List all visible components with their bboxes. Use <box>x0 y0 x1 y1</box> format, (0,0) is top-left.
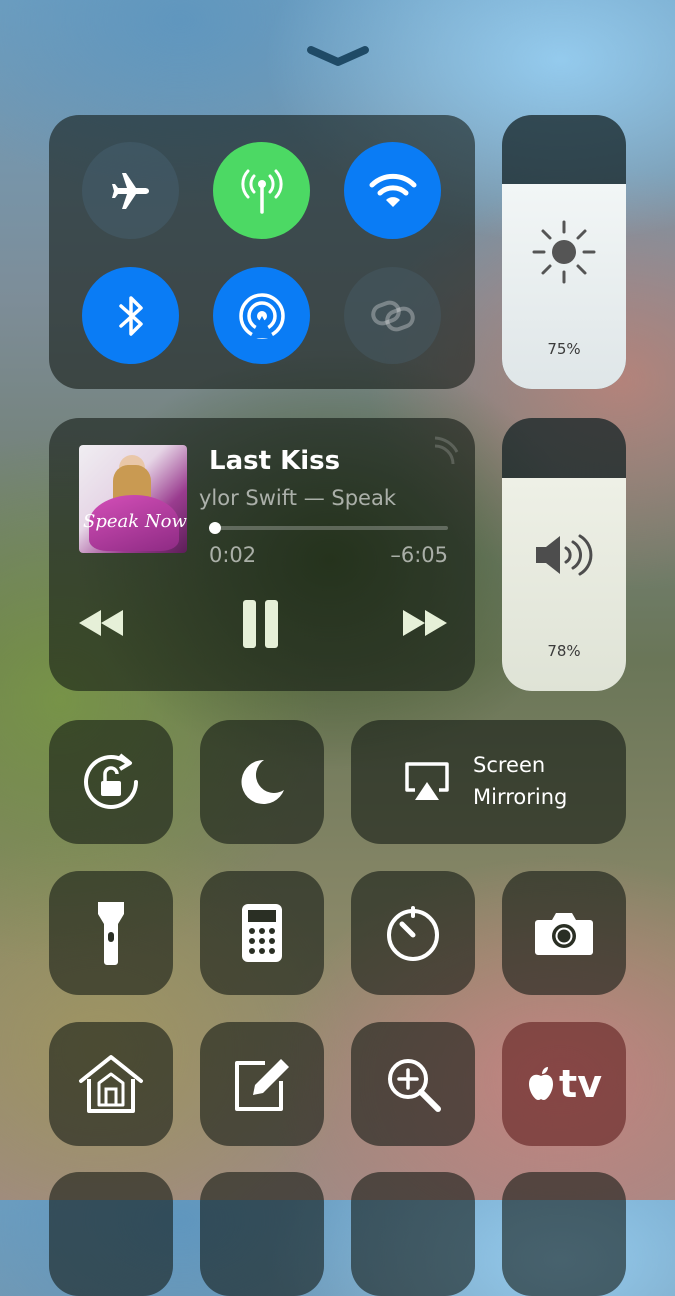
notes-button[interactable] <box>200 1022 324 1146</box>
album-art: Speak Now <box>79 445 187 553</box>
now-playing-module: Speak Now Last Kiss ylor Swift — Speak 0… <box>49 418 475 691</box>
flashlight-icon <box>98 902 124 965</box>
rotation-lock-button[interactable] <box>49 720 173 844</box>
airplane-mode-toggle[interactable] <box>82 142 179 239</box>
elapsed-time: 0:02 <box>209 543 257 567</box>
control-tile-partial[interactable] <box>49 1172 173 1296</box>
apple-tv-label: tv <box>559 1062 602 1106</box>
bluetooth-toggle[interactable] <box>82 267 179 364</box>
cellular-antenna-icon <box>240 169 283 214</box>
cellular-data-toggle[interactable] <box>213 142 310 239</box>
screen-mirroring-button[interactable]: Screen Mirroring <box>351 720 626 844</box>
album-art-text: Speak Now <box>83 511 187 532</box>
home-icon <box>79 1055 143 1113</box>
dismiss-grabber[interactable] <box>300 40 376 74</box>
remaining-time: –6:05 <box>390 543 448 567</box>
track-title: Last Kiss <box>209 446 341 476</box>
scrubber-knob[interactable] <box>209 522 221 534</box>
wifi-toggle[interactable] <box>344 142 441 239</box>
brightness-slider[interactable]: 75% <box>502 115 626 389</box>
pause-button[interactable] <box>241 600 281 648</box>
control-tile-partial[interactable] <box>200 1172 324 1296</box>
rewind-button[interactable] <box>77 608 125 638</box>
chevron-down-icon <box>307 46 369 66</box>
apple-logo-icon <box>529 1067 554 1100</box>
wifi-icon <box>369 173 416 207</box>
control-tile-partial[interactable] <box>502 1172 626 1296</box>
screen-mirroring-line2: Mirroring <box>473 785 568 809</box>
timer-button[interactable] <box>351 871 475 995</box>
playback-scrubber[interactable] <box>209 522 448 534</box>
screen-mirroring-line1: Screen <box>473 753 546 777</box>
personal-hotspot-toggle[interactable] <box>344 267 441 364</box>
camera-button[interactable] <box>502 871 626 995</box>
connectivity-module <box>49 115 475 389</box>
airdrop-toggle[interactable] <box>213 267 310 364</box>
calculator-button[interactable] <box>200 871 324 995</box>
speaker-icon <box>536 534 593 576</box>
airplay-audio-icon[interactable] <box>429 436 459 466</box>
magnifier-icon <box>388 1059 441 1112</box>
apple-tv-remote-button[interactable]: tv <box>502 1022 626 1146</box>
bluetooth-icon <box>118 295 143 336</box>
fast-forward-button[interactable] <box>401 608 449 638</box>
do-not-disturb-button[interactable] <box>200 720 324 844</box>
track-subtitle: ylor Swift — Speak <box>199 486 396 510</box>
screen-mirroring-icon <box>405 762 449 800</box>
timer-icon <box>387 906 439 961</box>
volume-value: 78% <box>547 642 581 660</box>
control-tile-partial[interactable] <box>351 1172 475 1296</box>
camera-icon <box>535 913 593 955</box>
moon-icon <box>241 759 284 804</box>
personal-hotspot-icon <box>370 300 415 331</box>
airdrop-icon <box>238 292 285 339</box>
sun-icon <box>532 220 596 284</box>
flashlight-button[interactable] <box>49 871 173 995</box>
home-button[interactable] <box>49 1022 173 1146</box>
volume-slider[interactable]: 78% <box>502 418 626 691</box>
calculator-icon <box>242 904 282 962</box>
notes-icon <box>235 1059 289 1111</box>
brightness-fill <box>502 183 626 389</box>
brightness-value: 75% <box>547 340 581 358</box>
rotation-lock-icon <box>84 753 138 809</box>
airplane-icon <box>111 172 149 209</box>
magnifier-button[interactable] <box>351 1022 475 1146</box>
